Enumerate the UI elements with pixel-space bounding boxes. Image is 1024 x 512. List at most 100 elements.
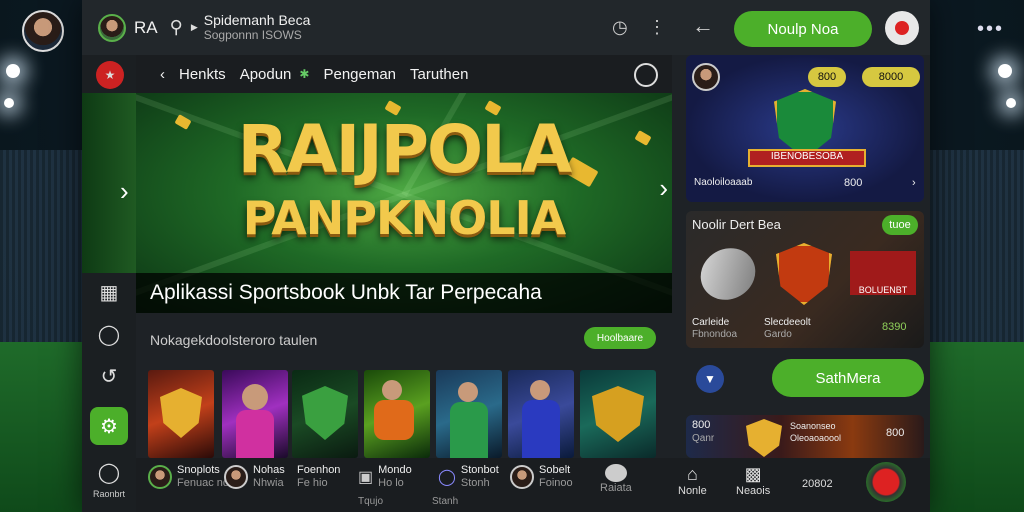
bottom-item-label: Foenhon — [297, 464, 341, 476]
nav-item-sports[interactable]: Apodun — [240, 66, 292, 83]
card-label: Qanr — [692, 433, 715, 444]
submit-button[interactable]: SathMera — [772, 359, 924, 397]
account-icon[interactable]: ◯ — [90, 459, 128, 485]
app-window: RA ⚲ ▶ Spidemanh Beca Sogponnn ISOWS ◷ ⋮… — [82, 0, 930, 512]
bottom-item-sublabel: Stonh — [460, 477, 490, 490]
bottom-item[interactable]: Snoplots Fenuac nde — [148, 464, 235, 490]
nav-label: 20802 — [802, 478, 833, 490]
pitch-left — [0, 342, 90, 512]
profile-avatar[interactable] — [22, 10, 64, 52]
more-options-icon[interactable]: ••• — [977, 18, 1004, 41]
header-titles: Spidemanh Beca Sogponnn ISOWS — [203, 12, 311, 42]
avatar — [692, 63, 720, 91]
layers-icon: ▩ — [744, 464, 762, 484]
bottom-item-label: Mondo — [378, 464, 412, 476]
game-tile[interactable] — [148, 370, 214, 458]
card-label: Oleoaoaoool — [790, 433, 842, 443]
nav-counter[interactable]: 20802 — [802, 478, 833, 490]
notification-icon[interactable] — [885, 11, 919, 45]
bottom-item-sublabel: Nhwia — [253, 477, 284, 490]
bottom-item[interactable]: Foenhon Fe hio — [292, 464, 340, 490]
card-footer-right: 800 — [844, 177, 863, 189]
bottom-item-sublabel: Ho lo — [378, 477, 404, 490]
card-title: Noolir Dert Bea — [692, 217, 781, 232]
crowd-right — [924, 150, 1024, 350]
avatar — [510, 465, 534, 490]
game-tile[interactable] — [222, 370, 288, 458]
bottom-item-label: Nohas — [253, 464, 285, 476]
arrow-icon[interactable]: › — [912, 177, 916, 189]
card-value: 8390 — [882, 321, 907, 333]
card-label: Carleide — [692, 317, 730, 328]
hero-title-line2: PANPKNOLIA — [242, 191, 567, 245]
card-pill: 800 — [808, 67, 846, 87]
bottom-item[interactable]: Raiata — [600, 464, 632, 494]
user-avatar[interactable] — [98, 13, 126, 42]
nav-item-home[interactable]: Henkts — [179, 66, 226, 83]
game-tile[interactable] — [580, 370, 656, 458]
back-arrow-icon[interactable]: ← — [692, 13, 714, 39]
promo-card-bottom[interactable]: 800 Qanr Soanonseo Oleoaoaoool 800 — [686, 415, 924, 458]
gamepad-icon: ▣ — [358, 469, 374, 487]
right-bottom-nav: ⌂ Nonle ▩ Neaois 20802 — [672, 458, 930, 512]
promo-card-middle[interactable]: Noolir Dert Bea tuoe BOLUENBT Carleide F… — [686, 211, 924, 348]
card-label: Gardo — [764, 329, 792, 340]
bottom-item[interactable]: ▣ Mondo Ho lo — [358, 464, 412, 490]
card-banner: IBENOBESOBA — [748, 149, 866, 167]
nav-item-settings[interactable]: Pengeman — [323, 66, 396, 83]
bottom-sublabel: Tqujo — [358, 496, 384, 507]
card-footer-left: Naoloiloaaab — [694, 177, 753, 188]
coin-icon: ◯ — [438, 469, 456, 487]
hero-prev-arrow-icon[interactable]: › — [120, 176, 129, 207]
nav-home[interactable]: ⌂ Nonle — [678, 464, 707, 497]
bottom-item[interactable]: Nohas Nhwia — [224, 464, 285, 490]
shield-icon — [776, 243, 832, 305]
search-icon[interactable]: ⚲ — [170, 17, 183, 38]
home-icon: ⌂ — [686, 464, 698, 484]
hero-caption: Aplikassi Sportsbook Unbk Tar Perpecaha — [136, 273, 672, 313]
right-column: 800 8000 IBENOBESOBA Naoloiloaaab 800 › … — [682, 55, 930, 458]
bottom-sublabel: Stanh — [432, 496, 459, 507]
sports-ball-icon[interactable]: ◯ — [90, 315, 128, 353]
game-tile[interactable] — [436, 370, 502, 458]
section-title: Nokagekdoolsteroro taulen — [150, 332, 318, 348]
crowd-left — [0, 150, 90, 350]
avatar — [224, 465, 248, 490]
hero-banner[interactable]: RAIJPOLA PANPKNOLIA Aplikassi Sportsbook… — [136, 93, 672, 313]
hero-title-line1: RAIJPOLA — [237, 111, 573, 188]
card-label: Soanonseo — [790, 421, 836, 431]
floodlight — [998, 64, 1012, 78]
card-pill: 8000 — [862, 67, 920, 87]
bottom-item[interactable]: Sobelt Foinoo — [510, 464, 573, 490]
bottom-item-sublabel: Raiata — [600, 482, 632, 494]
login-button[interactable]: Noulp Noa — [734, 11, 872, 47]
rail-bottom-label[interactable]: Raonbrt — [82, 489, 136, 499]
menu-dots-icon[interactable]: ⋮ — [648, 17, 666, 38]
nav-chevron-icon[interactable]: ‹ — [160, 66, 165, 83]
top-bar: RA ⚲ ▶ Spidemanh Beca Sogponnn ISOWS ◷ ⋮… — [82, 0, 930, 55]
home-icon[interactable]: ▦ — [90, 273, 128, 311]
promo-card-top[interactable]: 800 8000 IBENOBESOBA Naoloiloaaab 800 › — [686, 55, 924, 202]
nav-label: Nonle — [678, 485, 707, 497]
nav-stack[interactable]: ▩ Neaois — [736, 464, 770, 497]
logo-icon[interactable]: ★ — [96, 61, 124, 89]
bottom-item[interactable]: ◯ Stonbot Stonh — [438, 464, 499, 490]
wallet-icon[interactable]: ↺ — [90, 357, 128, 395]
header-title: Spidemanh Beca — [203, 12, 311, 29]
chat-icon[interactable] — [634, 63, 658, 87]
game-tile[interactable] — [508, 370, 574, 458]
game-tile[interactable] — [364, 370, 430, 458]
brand-logo: BOLUENBT — [850, 251, 916, 295]
hero-next-arrow-icon[interactable]: › — [659, 173, 668, 204]
category-nav: ‹ Henkts Apodun ✱ Pengeman Taruthen — [136, 55, 672, 93]
timer-icon[interactable]: ◷ — [612, 17, 628, 38]
action-fab[interactable] — [866, 462, 906, 502]
card-value: 800 — [886, 427, 905, 439]
game-tile[interactable] — [292, 370, 358, 458]
settings-gear-icon[interactable]: ⚙ — [90, 407, 128, 445]
nav-label: Neaois — [736, 485, 771, 497]
chat-bubble-icon — [604, 464, 627, 482]
brand-label: RA — [134, 17, 158, 37]
section-more-button[interactable]: Hoolbaare — [584, 327, 656, 349]
nav-item-tutorial[interactable]: Taruthen — [410, 66, 468, 83]
